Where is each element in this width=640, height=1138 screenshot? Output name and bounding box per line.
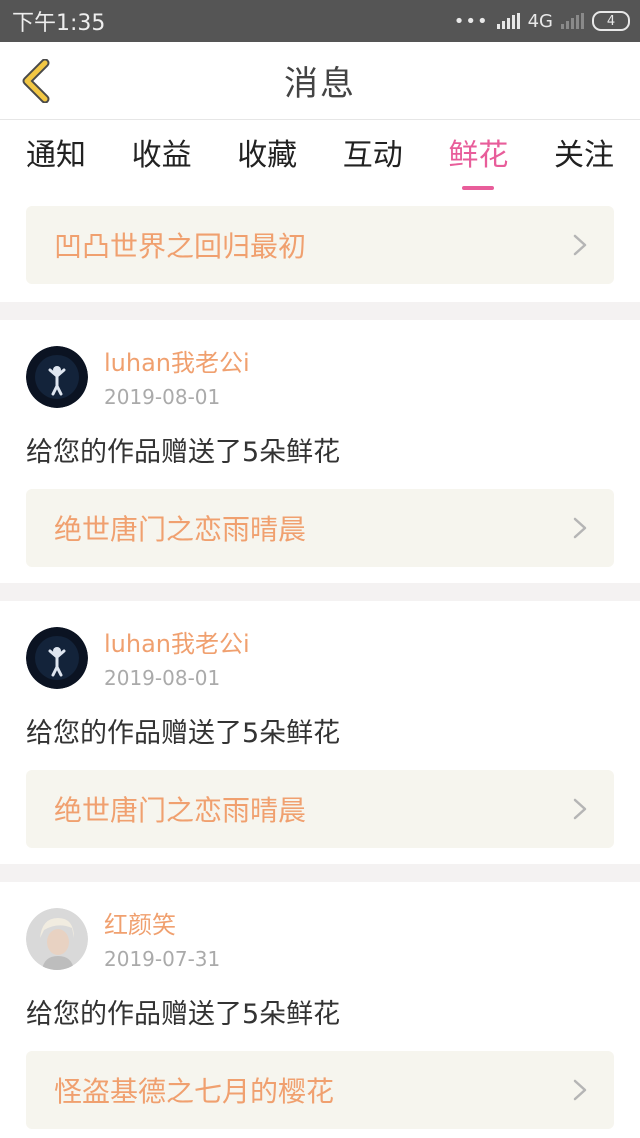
- work-title: 绝世唐门之恋雨晴晨: [54, 513, 307, 546]
- avatar[interactable]: [26, 346, 88, 408]
- work-title: 绝世唐门之恋雨晴晨: [54, 794, 307, 827]
- work-card[interactable]: 怪盗基德之七月的樱花: [26, 1051, 614, 1129]
- signal-icon: [496, 13, 520, 29]
- entry-date: 2019-08-01: [104, 385, 221, 409]
- battery-level: 4: [606, 13, 616, 29]
- signal-secondary-icon: [561, 13, 584, 29]
- user-info: luhan我老公i 2019-08-01: [104, 348, 250, 410]
- tab-bar: 通知 收益 收藏 互动 鲜花 关注: [0, 120, 640, 186]
- entry-message: 给您的作品赠送了5朵鲜花: [26, 999, 341, 1030]
- tab-notifications[interactable]: 通知: [26, 130, 86, 176]
- chevron-right-icon: [573, 798, 587, 820]
- username[interactable]: 红颜笑: [104, 910, 220, 940]
- user-info: luhan我老公i 2019-08-01: [104, 629, 250, 691]
- top-work-section: 凹凸世界之回归最初: [0, 186, 640, 302]
- network-label: 4G: [527, 10, 553, 32]
- tab-earnings[interactable]: 收益: [132, 130, 192, 176]
- back-button[interactable]: [14, 58, 58, 104]
- work-title: 凹凸世界之回归最初: [54, 230, 307, 263]
- back-arrow-icon: [22, 59, 50, 103]
- status-time: 下午1:35: [12, 11, 106, 36]
- dark-stage-avatar-icon: [26, 627, 88, 689]
- flower-entry: 红颜笑 2019-07-31 给您的作品赠送了5朵鲜花 怪盗基德之七月的樱花: [0, 882, 640, 1138]
- battery-icon: 4: [592, 11, 630, 31]
- username[interactable]: luhan我老公i: [104, 629, 250, 659]
- section-divider: [0, 864, 640, 882]
- avatar[interactable]: [26, 627, 88, 689]
- chevron-right-icon: [573, 234, 587, 256]
- flower-entry: luhan我老公i 2019-08-01 给您的作品赠送了5朵鲜花 绝世唐门之恋…: [0, 320, 640, 583]
- avatar[interactable]: [26, 908, 88, 970]
- entry-message: 给您的作品赠送了5朵鲜花: [26, 718, 341, 749]
- work-title: 怪盗基德之七月的樱花: [54, 1075, 335, 1108]
- tab-interactions[interactable]: 互动: [343, 130, 403, 176]
- tab-flowers[interactable]: 鲜花: [448, 130, 508, 176]
- work-card[interactable]: 凹凸世界之回归最初: [26, 206, 614, 284]
- entry-message: 给您的作品赠送了5朵鲜花: [26, 437, 341, 468]
- entry-header: luhan我老公i 2019-08-01: [26, 346, 614, 410]
- title-bar: 消息: [0, 42, 640, 120]
- section-divider: [0, 302, 640, 320]
- username[interactable]: luhan我老公i: [104, 348, 250, 378]
- work-card[interactable]: 绝世唐门之恋雨晴晨: [26, 770, 614, 848]
- page-title: 消息: [284, 64, 356, 104]
- tab-following[interactable]: 关注: [554, 130, 614, 176]
- status-bar: 下午1:35 ••• 4G 4: [0, 0, 640, 42]
- chevron-right-icon: [573, 517, 587, 539]
- entry-header: luhan我老公i 2019-08-01: [26, 627, 614, 691]
- entry-date: 2019-07-31: [104, 947, 221, 971]
- section-divider: [0, 583, 640, 601]
- status-icons: ••• 4G 4: [454, 11, 630, 32]
- flower-entry: luhan我老公i 2019-08-01 给您的作品赠送了5朵鲜花 绝世唐门之恋…: [0, 601, 640, 864]
- entry-header: 红颜笑 2019-07-31: [26, 908, 614, 972]
- chevron-right-icon: [573, 1079, 587, 1101]
- entry-date: 2019-08-01: [104, 666, 221, 690]
- more-dots-icon: •••: [453, 10, 489, 32]
- portrait-avatar-icon: [26, 908, 88, 970]
- tab-favorites[interactable]: 收藏: [237, 130, 297, 176]
- dark-stage-avatar-icon: [26, 346, 88, 408]
- work-card[interactable]: 绝世唐门之恋雨晴晨: [26, 489, 614, 567]
- user-info: 红颜笑 2019-07-31: [104, 910, 220, 972]
